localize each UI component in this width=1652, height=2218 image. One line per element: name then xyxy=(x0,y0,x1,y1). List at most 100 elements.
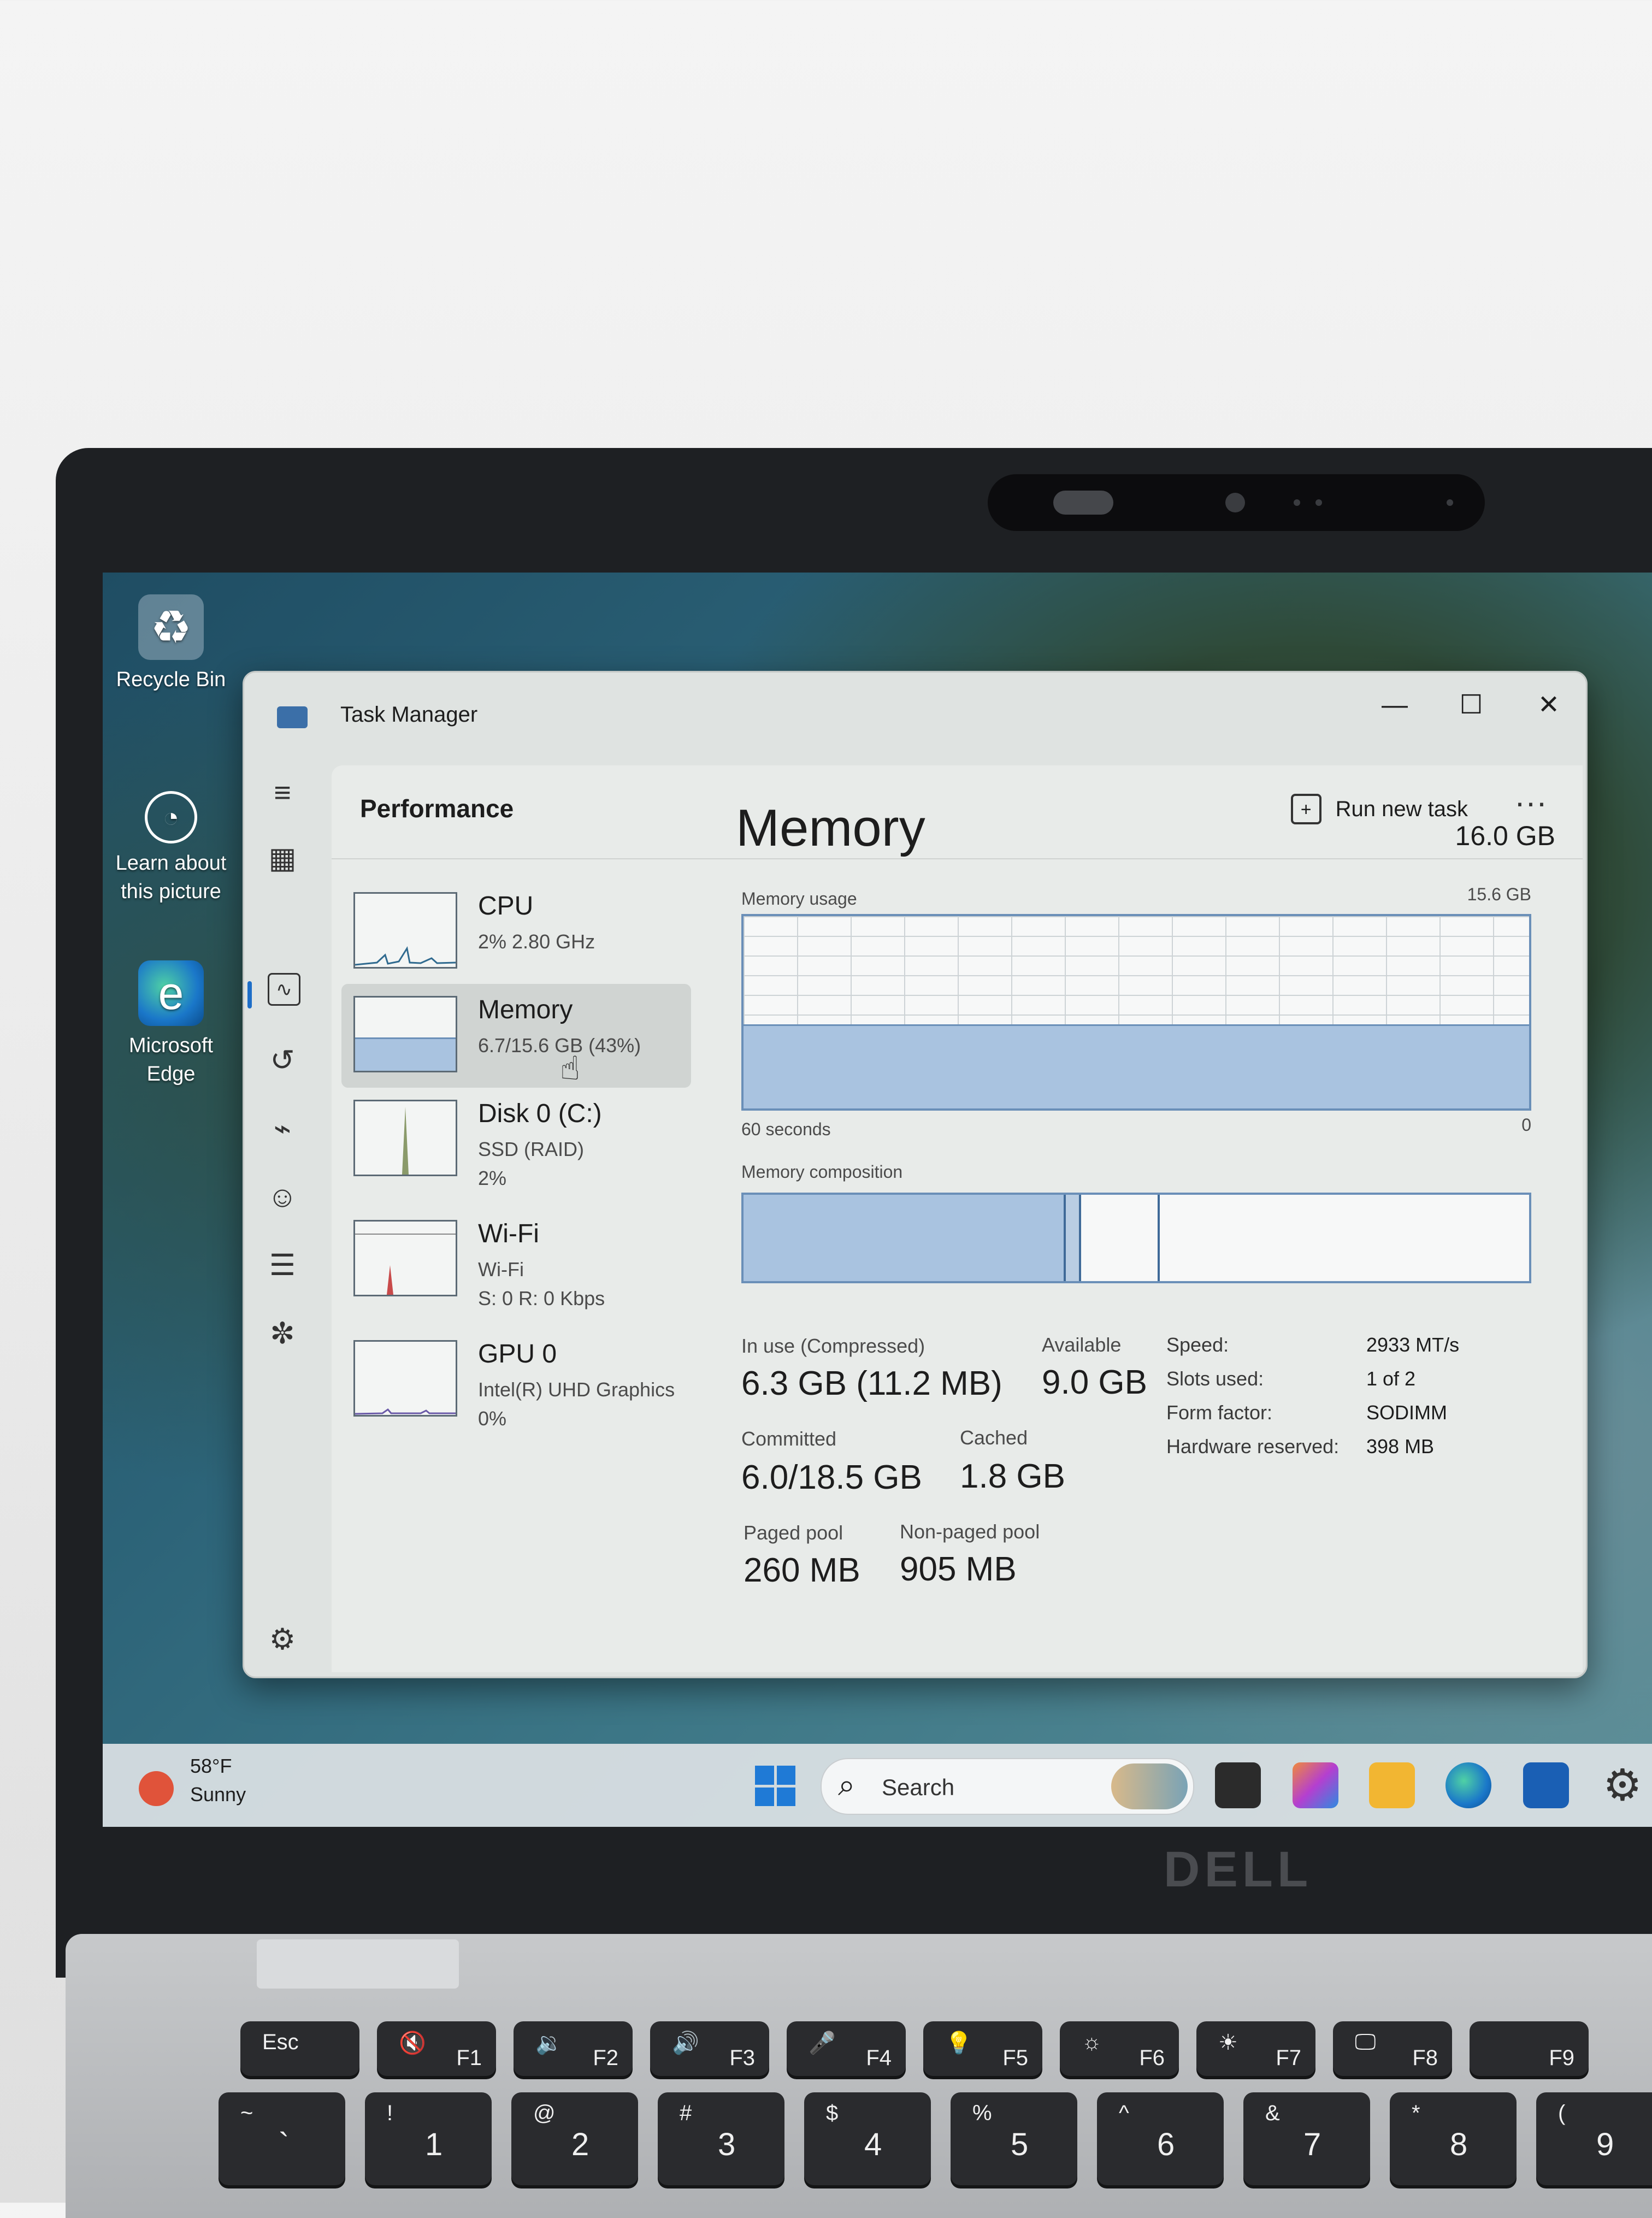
key-3[interactable]: #3 xyxy=(658,2092,784,2185)
key-bottom-legend: F2 xyxy=(593,2046,618,2070)
device-detail: Intel(R) UHD Graphics xyxy=(478,1378,675,1401)
task-view-icon[interactable] xyxy=(1215,1762,1261,1808)
key-f7[interactable]: ☀ F7 xyxy=(1196,2021,1315,2076)
memory-composition-label: Memory composition xyxy=(741,1162,903,1182)
wifi-graph-line xyxy=(355,1234,456,1235)
device-name: GPU 0 xyxy=(478,1340,557,1368)
key-f6[interactable]: ☼ F6 xyxy=(1060,2021,1179,2076)
key-4[interactable]: $4 xyxy=(804,2092,931,2185)
sensor-dot xyxy=(1294,499,1300,506)
memory-total: 16.0 GB xyxy=(1455,821,1555,851)
key-f8[interactable]: 🖵 F8 xyxy=(1333,2021,1452,2076)
speed-label: Speed: xyxy=(1166,1334,1229,1356)
key-bottom-legend: 8 xyxy=(1450,2127,1468,2162)
desktop-icon-recycle-bin[interactable]: ♻ Recycle Bin xyxy=(108,594,234,694)
maximize-button[interactable]: ☐ xyxy=(1438,683,1504,727)
device-item-cpu[interactable]: CPU 2% 2.80 GHz xyxy=(341,880,691,984)
details-icon[interactable]: ☰ xyxy=(261,1243,304,1287)
key-top-legend: & xyxy=(1265,2101,1280,2125)
key-9[interactable]: (9 xyxy=(1536,2092,1652,2185)
close-button[interactable]: ✕ xyxy=(1516,683,1582,727)
key-f3[interactable]: 🔊 F3 xyxy=(650,2021,769,2076)
title-bar[interactable]: Task Manager — ☐ ✕ xyxy=(244,673,1586,765)
settings-icon[interactable]: ⚙ xyxy=(261,1618,304,1661)
memory-usage-max: 15.6 GB xyxy=(1467,884,1531,904)
startup-apps-icon[interactable]: ⌁ xyxy=(261,1107,304,1151)
device-detail: 0% xyxy=(478,1407,507,1430)
cached-value: 1.8 GB xyxy=(960,1458,1065,1495)
task-manager-app-icon xyxy=(277,706,308,728)
hamburger-menu-icon[interactable]: ≡ xyxy=(261,771,304,815)
key-1[interactable]: ! 1 xyxy=(365,2092,492,2185)
privacy-shutter xyxy=(1053,491,1113,515)
memory-composition-bar xyxy=(741,1193,1531,1283)
device-item-disk[interactable]: Disk 0 (C:) SSD (RAID) 2% xyxy=(341,1088,691,1191)
taskbar-search-box[interactable]: ⌕ Search xyxy=(821,1758,1194,1815)
key-top-legend: Esc xyxy=(262,2030,299,2054)
users-icon[interactable]: ☺ xyxy=(261,1175,304,1219)
device-detail: SSD (RAID) xyxy=(478,1138,585,1160)
key-[interactable]: ~ ` xyxy=(219,2092,345,2185)
performance-icon[interactable]: ∿ xyxy=(268,973,300,1006)
m365-copilot-icon[interactable] xyxy=(1293,1762,1338,1808)
key-6[interactable]: ^ 6 xyxy=(1097,2092,1224,2185)
recycle-bin-icon: ♻ xyxy=(138,594,204,660)
key-top-legend: ! xyxy=(387,2101,393,2125)
key-bottom-legend: 2 xyxy=(571,2127,589,2162)
available-label: Available xyxy=(1042,1334,1122,1356)
store-icon[interactable] xyxy=(1523,1762,1569,1808)
task-manager-window: Task Manager — ☐ ✕ ≡ ▦ ∿ ↺ ⌁ ☺ ☰ ✼ ⚙ Per… xyxy=(243,671,1588,1678)
key-top-legend: * xyxy=(1412,2101,1420,2125)
paged-pool-value: 260 MB xyxy=(744,1552,860,1589)
key-f9[interactable]: F9 xyxy=(1470,2021,1589,2076)
form-factor-label: Form factor: xyxy=(1166,1401,1273,1424)
minimize-button[interactable]: — xyxy=(1362,683,1427,727)
key-f2[interactable]: 🔉 F2 xyxy=(514,2021,633,2076)
processes-icon[interactable]: ▦ xyxy=(261,836,304,880)
key-bottom-legend: 3 xyxy=(718,2127,736,2162)
search-highlight-image xyxy=(1111,1763,1188,1809)
speed-value: 2933 MT/s xyxy=(1366,1334,1460,1356)
weather-temp[interactable]: 58°F xyxy=(190,1755,232,1778)
key-bottom-legend: 7 xyxy=(1303,2127,1321,2162)
device-item-wifi[interactable]: Wi-Fi Wi-Fi S: 0 R: 0 Kbps xyxy=(341,1208,691,1312)
hand-cursor-icon: ☝ xyxy=(560,1050,580,1087)
webcam-bar xyxy=(988,474,1485,531)
device-detail: Wi-Fi xyxy=(478,1258,524,1281)
nav-rail: ≡ ▦ ∿ ↺ ⌁ ☺ ☰ ✼ ⚙ xyxy=(244,765,326,1667)
windows-start-icon[interactable] xyxy=(755,1766,795,1806)
key-5[interactable]: % 5 xyxy=(951,2092,1077,2185)
device-detail: 2% xyxy=(478,1167,507,1189)
app-history-icon[interactable]: ↺ xyxy=(261,1039,304,1082)
committed-label: Committed xyxy=(741,1427,837,1450)
key-7[interactable]: & 7 xyxy=(1243,2092,1370,2185)
edge-icon[interactable] xyxy=(1446,1762,1491,1808)
key-top-legend: 🖵 xyxy=(1355,2030,1376,2054)
memory-usage-label: Memory usage xyxy=(741,889,857,909)
key-top-legend: $ xyxy=(826,2101,839,2125)
weather-sun-icon[interactable] xyxy=(139,1771,174,1806)
key-8[interactable]: * 8 xyxy=(1390,2092,1517,2185)
desktop-icon-learn-picture[interactable]: ◔ Learn about this picture xyxy=(108,791,234,906)
key-bottom-legend: F8 xyxy=(1412,2046,1438,2070)
wifi-sparkline xyxy=(387,1265,393,1295)
cpu-sparkline xyxy=(355,946,456,966)
hardware-reserved-value: 398 MB xyxy=(1366,1435,1435,1458)
key-esc[interactable]: Esc xyxy=(240,2021,359,2076)
device-item-memory[interactable]: Memory 6.7/15.6 GB (43%) ☝ xyxy=(341,984,691,1088)
gpu-sparkline xyxy=(355,1408,456,1415)
key-f1[interactable]: 🔇 F1 xyxy=(377,2021,496,2076)
time-span-label: 60 seconds xyxy=(741,1119,831,1139)
device-item-gpu[interactable]: GPU 0 Intel(R) UHD Graphics 0% xyxy=(341,1328,691,1432)
file-explorer-icon[interactable] xyxy=(1369,1762,1415,1808)
composition-modified xyxy=(1065,1195,1082,1281)
key-top-legend: ☀ xyxy=(1218,2031,1238,2055)
weather-desc[interactable]: Sunny xyxy=(190,1783,246,1806)
in-use-label: In use (Compressed) xyxy=(741,1335,925,1357)
desktop-icon-edge[interactable]: e Microsoft Edge xyxy=(108,960,234,1088)
settings-icon[interactable]: ⚙ xyxy=(1600,1762,1645,1808)
key-f5[interactable]: 💡 F5 xyxy=(923,2021,1042,2076)
key-f4[interactable]: 🎤 F4 xyxy=(787,2021,906,2076)
key-2[interactable]: @2 xyxy=(511,2092,638,2185)
services-icon[interactable]: ✼ xyxy=(261,1312,304,1355)
